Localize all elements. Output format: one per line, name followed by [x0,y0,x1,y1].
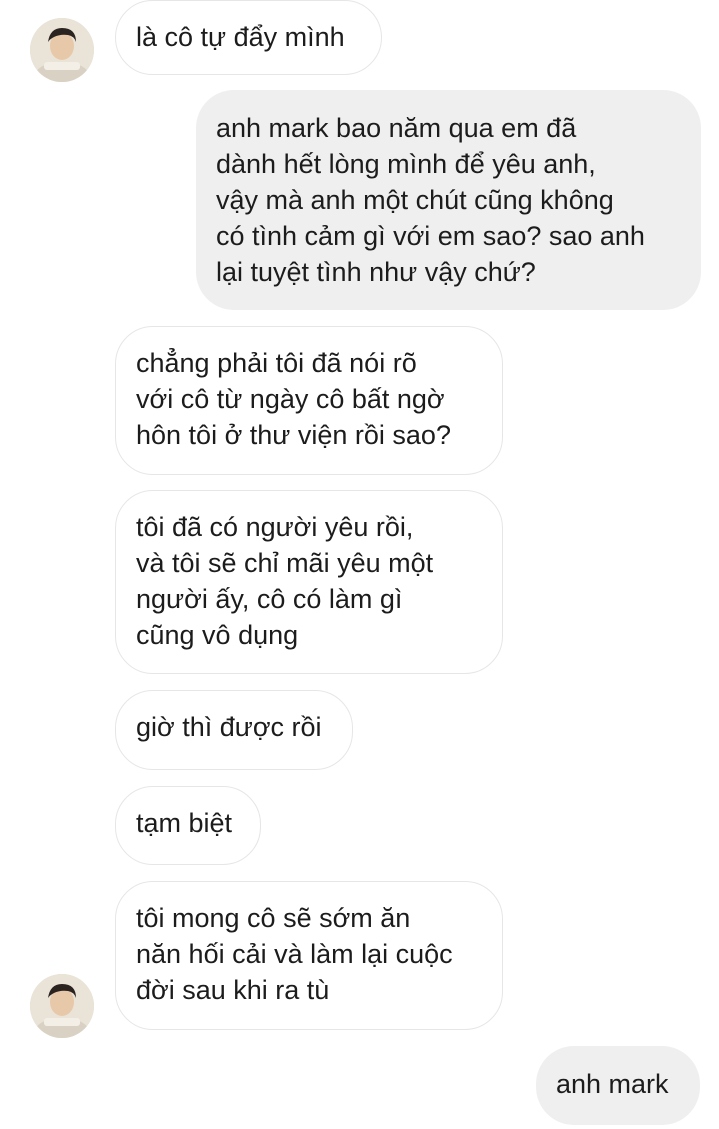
message-bubble-outgoing[interactable]: anh mark bao năm qua em đã dành hết lòng… [196,90,701,310]
avatar-photo-icon [30,18,94,82]
message-text: tôi mong cô sẽ sớm ăn năn hối cải và làm… [136,903,453,1005]
message-text: tạm biệt [136,808,233,838]
message-text: giờ thì được rồi [136,712,322,742]
message-bubble-outgoing[interactable]: anh mark [536,1046,700,1125]
message-text: anh mark bao năm qua em đã dành hết lòng… [216,113,645,287]
message-bubble-incoming[interactable]: giờ thì được rồi [115,690,353,770]
contact-avatar[interactable] [30,18,94,82]
message-text: là cô tự đẩy mình [136,22,345,52]
avatar-photo-icon [30,974,94,1038]
message-text: chẳng phải tôi đã nói rõ với cô từ ngày … [136,348,451,450]
contact-avatar[interactable] [30,974,94,1038]
message-bubble-incoming[interactable]: chẳng phải tôi đã nói rõ với cô từ ngày … [115,326,503,475]
message-text: anh mark [556,1069,669,1099]
message-bubble-incoming[interactable]: tôi đã có người yêu rồi, và tôi sẽ chỉ m… [115,490,503,674]
message-bubble-incoming[interactable]: là cô tự đẩy mình [115,0,382,75]
message-text: tôi đã có người yêu rồi, và tôi sẽ chỉ m… [136,512,434,650]
message-bubble-incoming[interactable]: tôi mong cô sẽ sớm ăn năn hối cải và làm… [115,881,503,1030]
message-bubble-incoming[interactable]: tạm biệt [115,786,261,865]
